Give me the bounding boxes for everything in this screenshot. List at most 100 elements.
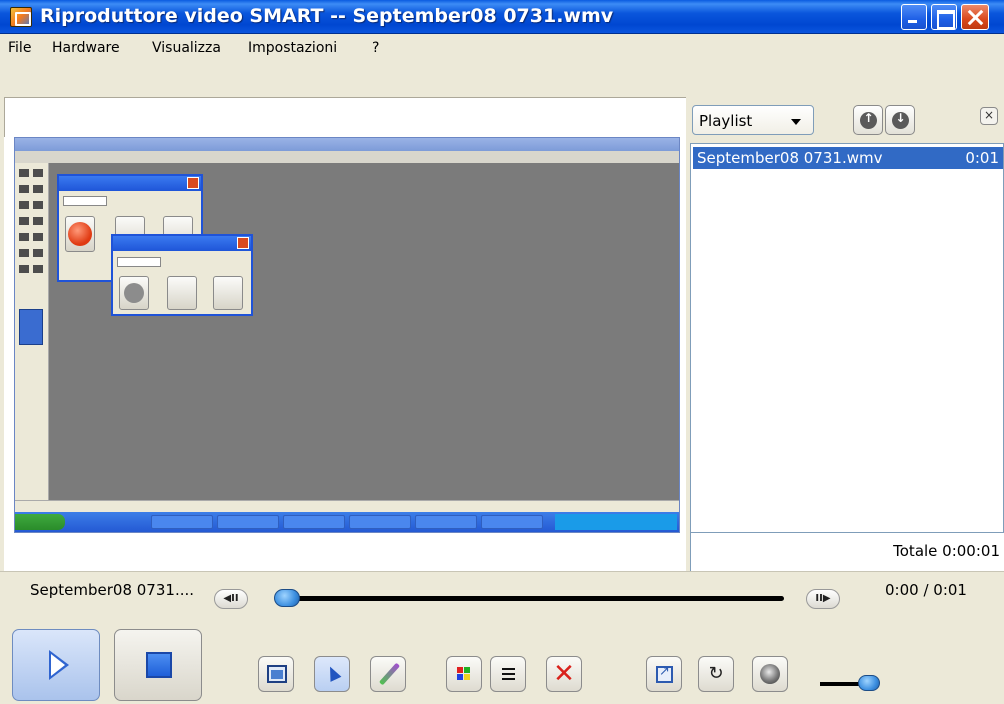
recorded-tool-icon (19, 233, 29, 241)
playlist-total: Totale 0:00:01 (690, 533, 1004, 571)
recorded-start-recording-window (111, 234, 253, 316)
arrow-up-icon: ↑ (860, 111, 877, 129)
recorded-task-button (217, 515, 279, 529)
arrow-down-icon: ↓ (892, 111, 909, 129)
move-down-button[interactable]: ↓ (885, 105, 915, 135)
seek-slider-thumb[interactable] (274, 589, 300, 607)
recorded-taskbar (15, 512, 679, 532)
recorded-record-button (65, 216, 95, 252)
maximize-button[interactable] (931, 4, 957, 30)
playlist-close-button[interactable]: × (980, 107, 998, 125)
recorded-palette-icon (19, 309, 43, 345)
recorded-start-button (15, 514, 65, 530)
recorded-task-button (283, 515, 345, 529)
menu-bar: File Hardware Visualizza Impostazioni ? (0, 35, 1004, 61)
screen-capture-icon (267, 665, 287, 683)
recorded-tool-icon (33, 201, 43, 209)
recorded-task-button (481, 515, 543, 529)
recorded-stop-button (213, 276, 243, 310)
recorded-tool-icon (33, 169, 43, 177)
playlist-selector-label: Playlist (699, 112, 753, 130)
menu-impostazioni[interactable]: Impostazioni (248, 40, 337, 56)
close-button[interactable] (961, 4, 989, 30)
chevron-down-icon (791, 119, 801, 125)
current-file-name: September08 0731.... (30, 581, 195, 599)
fullscreen-button[interactable] (646, 656, 682, 692)
recorded-recorder-titlebar (59, 176, 201, 191)
smart-video-player-window: Riproduttore video SMART -- September08 … (0, 0, 1004, 704)
playlist-selector[interactable]: Playlist (692, 105, 814, 135)
recorded-tool-icon (33, 265, 43, 273)
recorded-task-button (151, 515, 213, 529)
recorded-tool-icon (19, 185, 29, 193)
seek-track[interactable] (280, 596, 784, 601)
pen-tool-button[interactable] (370, 656, 406, 692)
playlist-total-label: Totale 0:00:01 (893, 542, 1000, 560)
move-up-button[interactable]: ↑ (853, 105, 883, 135)
recorded-desktop-frame (14, 137, 680, 533)
step-back-button[interactable]: ◀II (214, 589, 248, 609)
recorded-paint-menubar (15, 151, 679, 163)
step-forward-icon: II▶ (815, 593, 831, 604)
recorded-tool-icon (19, 217, 29, 225)
playlist-item[interactable]: September08 0731.wmv 0:01 (693, 147, 1003, 169)
player-toolbar: ✕ ↻ (0, 621, 1004, 704)
delete-ink-button[interactable]: ✕ (546, 656, 582, 692)
title-bar[interactable]: Riproduttore video SMART -- September08 … (0, 0, 1004, 34)
recorded-tool-icon (33, 217, 43, 225)
menu-visualizza[interactable]: Visualizza (152, 40, 221, 56)
record-icon (124, 283, 144, 303)
step-back-icon: ◀II (223, 593, 239, 604)
recorded-tool-icon (33, 249, 43, 257)
recorded-paint-titlebar (15, 138, 679, 151)
record-icon (68, 222, 92, 246)
recorded-menu-select (117, 257, 161, 267)
playlist-item-duration: 0:01 (965, 149, 999, 167)
playlist-list: September08 0731.wmv 0:01 (690, 143, 1004, 533)
recorded-task-button (415, 515, 477, 529)
pen-icon (378, 662, 401, 686)
pointer-icon (324, 664, 342, 682)
volume-button[interactable] (752, 656, 788, 692)
seek-bar-row: September08 0731.... ◀II II▶ 0:00 / 0:01 (0, 571, 1004, 621)
recorded-pause-button (167, 276, 197, 310)
recorded-close-icon (187, 177, 199, 189)
recorded-task-button (349, 515, 411, 529)
minimize-button[interactable] (901, 4, 927, 30)
video-area-top (4, 97, 686, 137)
playlist-header: Playlist ↑ ↓ × (688, 97, 1004, 143)
play-button[interactable] (12, 629, 100, 701)
color-button[interactable] (446, 656, 482, 692)
loop-icon: ↻ (708, 663, 724, 684)
stop-button[interactable] (114, 629, 202, 701)
menu-file[interactable]: File (8, 40, 31, 56)
video-display[interactable] (4, 137, 686, 533)
playlist-item-name: September08 0731.wmv (697, 149, 883, 167)
screen-capture-button[interactable] (258, 656, 294, 692)
recorded-status-bar (15, 500, 679, 512)
recorded-menu-select (63, 196, 107, 206)
menu-help[interactable]: ? (372, 40, 379, 56)
recorded-paint-toolbox (15, 163, 49, 500)
select-tool-button[interactable] (314, 656, 350, 692)
menu-hardware[interactable]: Hardware (52, 40, 120, 56)
recorded-tool-icon (19, 249, 29, 257)
line-width-button[interactable] (490, 656, 526, 692)
stop-icon (146, 652, 172, 678)
loop-button[interactable]: ↻ (698, 656, 734, 692)
volume-slider-thumb[interactable] (858, 675, 880, 691)
play-icon (49, 650, 69, 680)
recorded-tool-icon (19, 201, 29, 209)
recorded-record-button (119, 276, 149, 310)
recorded-close-icon (237, 237, 249, 249)
delete-icon: ✕ (553, 659, 575, 689)
video-area-bottom (4, 533, 686, 571)
window-title: Riproduttore video SMART -- September08 … (40, 5, 614, 27)
recorded-start-titlebar (113, 236, 251, 251)
recorded-tool-icon (33, 233, 43, 241)
volume-icon (760, 664, 780, 684)
recorded-tool-icon (33, 185, 43, 193)
step-forward-button[interactable]: II▶ (806, 589, 840, 609)
time-readout: 0:00 / 0:01 (885, 581, 967, 599)
recorded-system-tray (555, 514, 677, 530)
